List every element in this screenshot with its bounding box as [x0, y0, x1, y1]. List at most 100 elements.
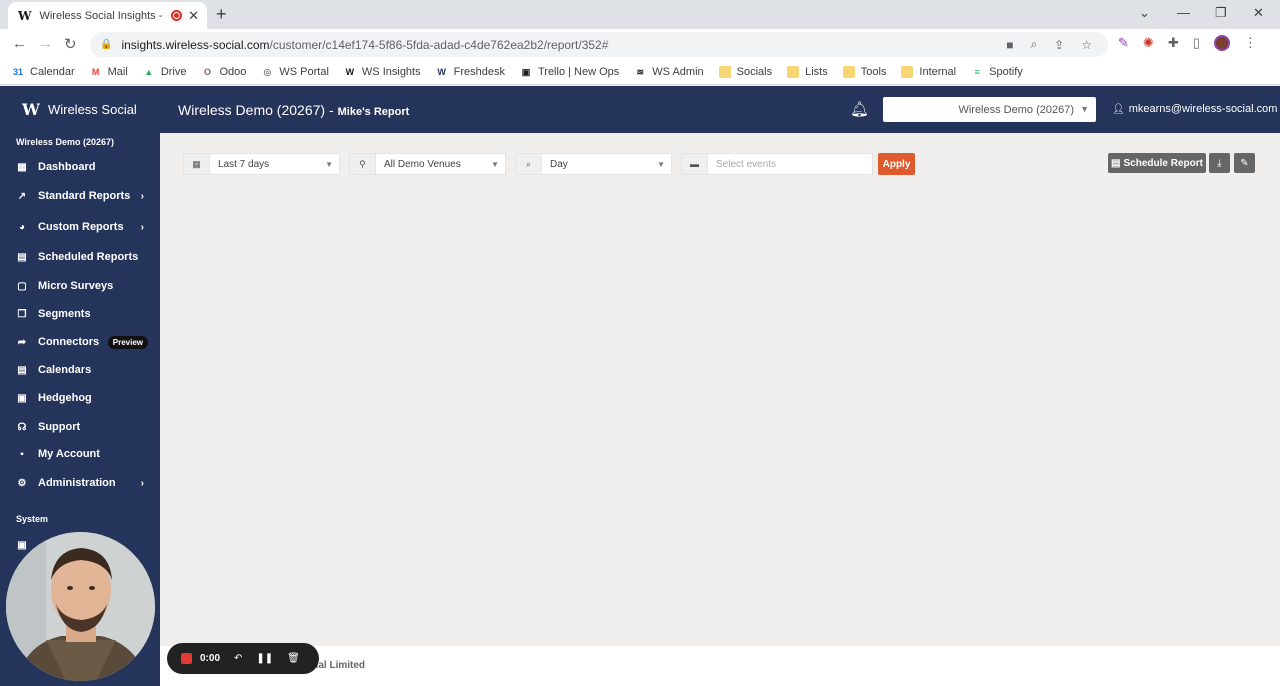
bookmark-item[interactable]: M Mail [90, 66, 128, 78]
bookmark-item[interactable]: ▲ Drive [143, 66, 186, 78]
bookmark-label: Trello | New Ops [537, 65, 620, 78]
app-header: W Wireless Social Wireless Demo (20267) … [0, 86, 1280, 133]
back-icon[interactable]: ← [12, 35, 27, 52]
sidebar-item-label: Connectors [38, 336, 100, 348]
wifi-icon: ≋ [636, 66, 645, 77]
sidebar-item-segments[interactable]: ❐ Segments [16, 304, 152, 324]
bookmark-star-icon[interactable]: ☆ [1081, 38, 1092, 52]
close-window-icon[interactable]: ✕ [1253, 5, 1264, 21]
download-button[interactable]: ⤓ [1209, 153, 1230, 173]
user-icon: 👤︎ [1112, 103, 1125, 115]
sidebar-org-name: Wireless Demo (20267) [16, 137, 114, 147]
bookmark-item[interactable]: Internal [901, 65, 956, 78]
granularity-select[interactable]: ⌕ Day ▼ [515, 153, 672, 175]
recording-time: 0:00 [200, 653, 221, 664]
sidebar-item-dashboard[interactable]: ▦ Dashboard [16, 157, 152, 177]
bookmark-item[interactable]: Tools [842, 65, 886, 78]
pen-extension-icon[interactable]: ✎ [1118, 35, 1129, 51]
sidebar-system-heading: System [16, 514, 49, 524]
sidebar-item-administration[interactable]: ⚙ Administration › [16, 473, 152, 493]
puzzle-icon[interactable]: ✚ [1168, 35, 1179, 51]
profile-avatar[interactable] [1213, 35, 1230, 51]
trello-icon: ▣ [521, 66, 531, 77]
venue-select[interactable]: Wireless Demo (20267) ▼ [883, 97, 1096, 122]
camera-icon[interactable]: ■ [1006, 38, 1013, 52]
pause-icon[interactable]: ❚❚ [256, 653, 273, 664]
chevron-right-icon: › [140, 190, 144, 202]
bookmark-item[interactable]: 31 Calendar [12, 66, 75, 78]
sidebar-item-micro-surveys[interactable]: ▢ Micro Surveys [16, 276, 152, 296]
pie-chart-icon: ◕ [18, 221, 26, 233]
new-tab-icon[interactable]: + [216, 4, 227, 25]
bookmark-item[interactable]: ≡ Spotify [971, 66, 1022, 78]
sidebar-item-scheduled-reports[interactable]: ▤ Scheduled Reports [16, 247, 152, 267]
sidebar-item-hedgehog[interactable]: ▣ Hedgehog [16, 388, 152, 408]
side-panel-icon[interactable]: ▯ [1193, 35, 1200, 51]
events-select[interactable]: ▬ Select events [681, 153, 873, 175]
date-range-select[interactable]: ▦ Last 7 days ▼ [183, 153, 340, 175]
bookmark-item[interactable]: O Odoo [201, 66, 246, 78]
stop-recording-button[interactable] [181, 653, 192, 664]
sidebar-item-label: Segments [38, 308, 91, 320]
restore-icon[interactable]: ❐ [1215, 5, 1227, 21]
brand[interactable]: W Wireless Social [22, 100, 137, 119]
undo-icon[interactable]: ↶ [234, 653, 242, 664]
calendar-icon: ▦ [184, 154, 210, 174]
bookmark-item[interactable]: ▣ Trello | New Ops [520, 65, 620, 78]
sidebar-item-label: Custom Reports [38, 221, 124, 233]
sidebar-item-standard-reports[interactable]: ↗ Standard Reports › [16, 186, 152, 206]
bookmark-item[interactable]: Socials [718, 65, 773, 78]
download-icon: ⤓ [1217, 157, 1222, 169]
browser-tab[interactable]: W Wireless Social Insights - Wi ✕ [8, 2, 207, 29]
drive-icon: ▲ [144, 66, 154, 77]
presenter-video [6, 532, 155, 681]
folder-icon [901, 65, 914, 78]
bookmark-label: WS Portal [279, 65, 329, 78]
bell-icon[interactable]: 🔔︎ [850, 100, 869, 118]
sidebar-item-my-account[interactable]: ▪ My Account [16, 444, 152, 464]
caret-down-icon: ▼ [1080, 104, 1089, 114]
freshdesk-icon: W [437, 66, 446, 77]
bookmark-label: Odoo [219, 65, 247, 78]
tab-search-icon[interactable]: ⌄ [1139, 5, 1150, 21]
bookmark-item[interactable]: W WS Insights [344, 66, 421, 78]
extensions-area: ✎ ✺ ✚ ▯ ⋮ [1118, 35, 1257, 51]
ws-favicon-icon: W [18, 8, 32, 23]
report-org-title: Wireless Demo (20267) - [178, 102, 334, 118]
trash-icon[interactable]: 🗑︎ [287, 653, 300, 664]
id-card-icon: ▣ [17, 392, 27, 404]
headset-icon: ☊ [17, 421, 27, 433]
address-bar[interactable]: 🔒 insights.wireless-social.com /customer… [90, 32, 1108, 57]
bookmark-item[interactable]: ◎ WS Portal [261, 65, 329, 78]
menu-kebab-icon[interactable]: ⋮ [1244, 35, 1257, 51]
odoo-icon: O [203, 66, 211, 77]
webcam-overlay [6, 532, 155, 681]
close-tab-icon[interactable]: ✕ [188, 8, 199, 24]
bookmark-item[interactable]: Lists [787, 65, 828, 78]
sidebar-item-calendars[interactable]: ▤ Calendars [16, 360, 152, 380]
user-menu[interactable]: 👤︎ mkearns@wireless-social.com [1112, 103, 1277, 115]
reload-icon[interactable]: ↻ [64, 35, 77, 53]
minimize-icon[interactable]: — [1177, 5, 1190, 20]
calendar-clock-icon: ▤ [17, 251, 27, 263]
calendar-icon: ▤ [1111, 157, 1121, 169]
bookmark-item[interactable]: ≋ WS Admin [634, 66, 704, 78]
sidebar-item-support[interactable]: ☊ Support [16, 417, 152, 437]
colorful-extension-icon[interactable]: ✺ [1143, 35, 1154, 51]
gmail-icon: M [91, 66, 100, 77]
bookmark-item[interactable]: W Freshdesk [436, 66, 505, 78]
edit-button[interactable]: ✎ [1234, 153, 1255, 173]
preview-badge: Preview [107, 335, 148, 349]
lock-icon: 🔒 [100, 39, 113, 50]
venues-select[interactable]: ⚲ All Demo Venues ▼ [349, 153, 506, 175]
forward-icon[interactable]: → [38, 35, 53, 52]
folder-icon [842, 65, 855, 78]
sidebar-item-custom-reports[interactable]: ◕ Custom Reports › [16, 217, 152, 237]
sidebar-item-connectors[interactable]: ➦ Connectors Preview [16, 332, 152, 352]
schedule-report-button[interactable]: ▤ Schedule Report [1108, 153, 1206, 173]
bookmark-label: Socials [736, 65, 773, 78]
share-icon[interactable]: ⇪ [1054, 38, 1064, 52]
share-arrow-icon: ➦ [17, 336, 27, 348]
zoom-icon[interactable]: ⌕ [1030, 37, 1037, 52]
apply-button[interactable]: Apply [878, 153, 915, 175]
